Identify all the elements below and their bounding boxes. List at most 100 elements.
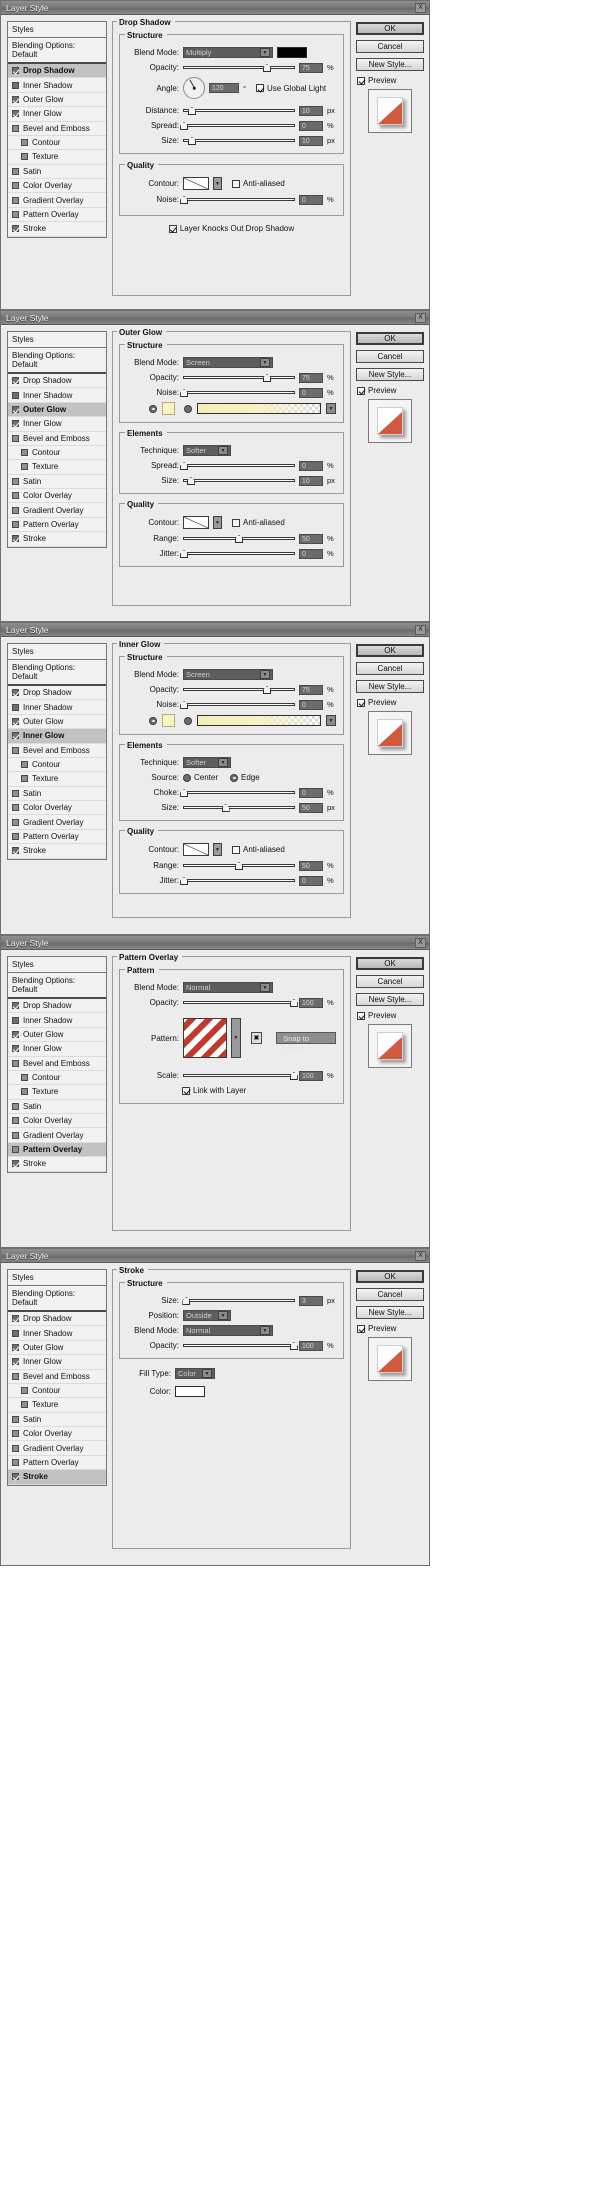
checkbox-icon[interactable]: [357, 76, 365, 85]
checkbox-icon[interactable]: [12, 1160, 19, 1168]
link-with-layer-checkbox[interactable]: Link with Layer: [182, 1086, 246, 1095]
checkbox-icon[interactable]: [12, 1444, 19, 1452]
new-style-button[interactable]: New Style...: [356, 368, 424, 381]
checkbox-icon[interactable]: [12, 391, 19, 399]
checkbox-icon[interactable]: [21, 449, 28, 457]
sidebar-item-pattern-overlay[interactable]: Pattern Overlay: [8, 517, 106, 533]
checkbox-icon[interactable]: [12, 520, 19, 528]
checkbox-icon[interactable]: [12, 67, 19, 75]
checkbox-icon[interactable]: [12, 1415, 19, 1423]
cancel-button[interactable]: Cancel: [356, 662, 424, 675]
sidebar-item-stroke[interactable]: Stroke: [8, 222, 106, 237]
ok-button[interactable]: OK: [356, 1270, 424, 1283]
sidebar-item-texture[interactable]: Texture: [8, 150, 106, 165]
jitter-slider[interactable]: [180, 876, 295, 885]
checkbox-icon[interactable]: [12, 225, 19, 233]
source-center-radio[interactable]: Center: [183, 773, 218, 782]
opacity-input[interactable]: 75: [299, 372, 323, 383]
checkbox-icon[interactable]: [232, 179, 240, 188]
sidebar-item-drop-shadow[interactable]: Drop Shadow: [8, 1312, 106, 1327]
styles-list[interactable]: Styles Blending Options: Default Drop Sh…: [7, 21, 107, 238]
opacity-slider[interactable]: [183, 998, 298, 1007]
checkbox-icon[interactable]: [357, 1324, 365, 1333]
layer-style-dialog-pattern-overlay[interactable]: Layer Style X Styles Blending Options: D…: [0, 935, 430, 1248]
checkbox-icon[interactable]: [12, 210, 19, 218]
close-icon[interactable]: X: [415, 1250, 426, 1261]
opacity-slider[interactable]: [183, 373, 295, 382]
shadow-color-swatch[interactable]: [277, 47, 307, 58]
checkbox-icon[interactable]: [12, 81, 19, 89]
checkbox-icon[interactable]: [21, 153, 28, 161]
sidebar-item-contour[interactable]: Contour: [8, 1383, 106, 1399]
contour-preview[interactable]: [183, 516, 209, 529]
angle-input[interactable]: 120: [209, 83, 239, 93]
size-input[interactable]: 10: [299, 475, 323, 486]
checkbox-icon[interactable]: [12, 1372, 19, 1380]
blending-options-item[interactable]: Blending Options: Default: [8, 348, 106, 374]
checkbox-icon[interactable]: [256, 84, 264, 92]
styles-header[interactable]: Styles: [8, 22, 106, 38]
checkbox-icon[interactable]: [12, 167, 19, 175]
styles-header[interactable]: Styles: [8, 644, 106, 660]
contour-preview[interactable]: [183, 843, 209, 856]
noise-input[interactable]: 0: [299, 194, 323, 205]
checkbox-icon[interactable]: [12, 182, 19, 190]
sidebar-item-inner-shadow[interactable]: Inner Shadow: [8, 388, 106, 403]
sidebar-item-contour[interactable]: Contour: [8, 445, 106, 461]
sidebar-item-pattern-overlay[interactable]: Pattern Overlay: [8, 1455, 106, 1471]
blending-options-item[interactable]: Blending Options: Default: [8, 1286, 106, 1312]
checkbox-icon[interactable]: [12, 1329, 19, 1337]
checkbox-icon[interactable]: [12, 1145, 19, 1153]
sidebar-item-satin[interactable]: Satin: [8, 474, 106, 489]
checkbox-icon[interactable]: [12, 1016, 19, 1024]
checkbox-icon[interactable]: [12, 804, 19, 812]
range-slider[interactable]: [183, 534, 295, 543]
preview-toggle[interactable]: Preview: [357, 1324, 424, 1333]
checkbox-icon[interactable]: [357, 698, 365, 707]
checkbox-icon[interactable]: [357, 386, 365, 395]
sidebar-item-pattern-overlay[interactable]: Pattern Overlay: [8, 829, 106, 845]
blending-options-item[interactable]: Blending Options: Default: [8, 38, 106, 64]
sidebar-item-bevel-and-emboss[interactable]: Bevel and Emboss: [8, 1369, 106, 1384]
ok-button[interactable]: OK: [356, 332, 424, 345]
glow-gradient-bar[interactable]: [197, 715, 321, 726]
chevron-down-icon[interactable]: ▼: [213, 177, 222, 190]
noise-slider[interactable]: [180, 388, 295, 397]
opacity-input[interactable]: 75: [299, 684, 323, 695]
layer-knocks-out-checkbox[interactable]: Layer Knocks Out Drop Shadow: [168, 224, 294, 233]
layer-style-dialog-outer-glow[interactable]: Layer Style X Styles Blending Options: D…: [0, 310, 430, 622]
opacity-input[interactable]: 100: [299, 997, 323, 1008]
use-global-light-checkbox[interactable]: Use Global Light: [256, 84, 326, 93]
checkbox-icon[interactable]: [21, 463, 28, 471]
sidebar-item-texture[interactable]: Texture: [8, 460, 106, 475]
sidebar-item-outer-glow[interactable]: Outer Glow: [8, 1340, 106, 1356]
preview-toggle[interactable]: Preview: [357, 76, 424, 85]
snap-to-origin-button[interactable]: Snap to Origin: [276, 1032, 336, 1053]
checkbox-icon[interactable]: [12, 95, 19, 103]
radio-icon[interactable]: [184, 404, 192, 413]
cancel-button[interactable]: Cancel: [356, 975, 424, 988]
sidebar-item-bevel-and-emboss[interactable]: Bevel and Emboss: [8, 431, 106, 446]
checkbox-icon[interactable]: [12, 506, 19, 514]
glow-color-radio[interactable]: [149, 716, 157, 725]
radio-icon[interactable]: [230, 773, 239, 782]
angle-dial[interactable]: [183, 77, 205, 99]
position-select[interactable]: Outside ▼: [183, 1310, 231, 1321]
blend-mode-select[interactable]: Normal ▼: [183, 1325, 273, 1336]
anti-aliased-checkbox[interactable]: Anti-aliased: [232, 845, 285, 854]
blend-mode-select[interactable]: Screen ▼: [183, 669, 273, 680]
contour-preview[interactable]: [183, 177, 209, 190]
size-slider[interactable]: [182, 1296, 295, 1305]
checkbox-icon[interactable]: [12, 535, 19, 543]
styles-list[interactable]: Styles Blending Options: Default Drop Sh…: [7, 331, 107, 548]
ok-button[interactable]: OK: [356, 22, 424, 35]
checkbox-icon[interactable]: [12, 196, 19, 204]
glow-gradient-bar[interactable]: [197, 403, 321, 414]
checkbox-icon[interactable]: [12, 732, 19, 740]
checkbox-icon[interactable]: [12, 847, 19, 855]
chevron-down-icon[interactable]: ▼: [218, 446, 228, 455]
size-slider[interactable]: [183, 476, 295, 485]
checkbox-icon[interactable]: [12, 405, 19, 413]
sidebar-item-texture[interactable]: Texture: [8, 772, 106, 787]
blend-mode-select[interactable]: Normal ▼: [183, 982, 273, 993]
